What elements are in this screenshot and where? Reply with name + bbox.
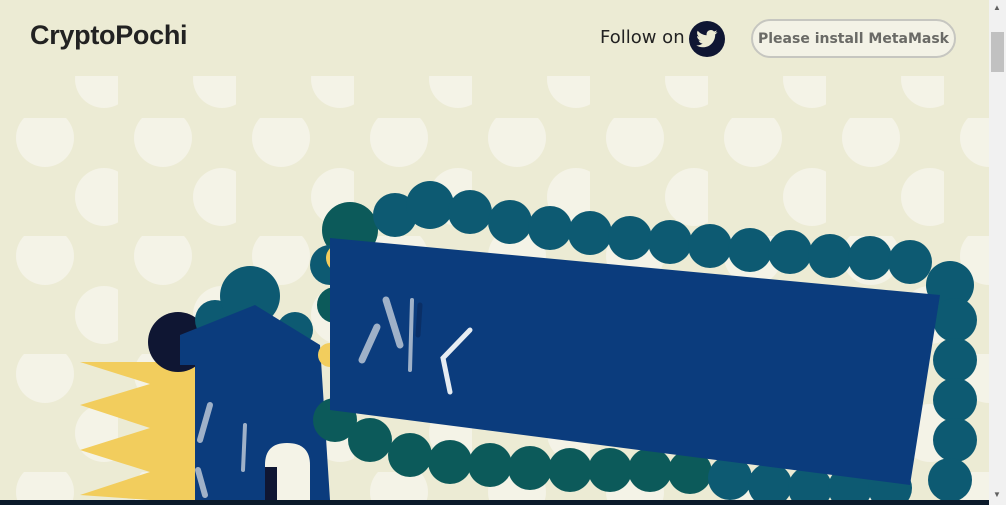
- site-logo[interactable]: CryptoPochi: [30, 20, 188, 51]
- twitter-bird-icon: [696, 30, 718, 48]
- scrollbar-thumb[interactable]: [991, 32, 1004, 72]
- scroll-down-arrow-icon[interactable]: ▼: [993, 490, 1001, 499]
- metamask-button[interactable]: Please install MetaMask: [751, 19, 956, 58]
- site-header: CryptoPochi Follow on Please install Met…: [0, 0, 989, 76]
- hero-artwork: [0, 76, 989, 500]
- scroll-up-arrow-icon[interactable]: ▲: [993, 3, 1001, 12]
- bottom-edge: [0, 500, 989, 505]
- follow-label: Follow on: [600, 27, 685, 48]
- page-scrollbar[interactable]: ▲ ▼: [989, 0, 1006, 505]
- tooth-shadow: [265, 467, 277, 500]
- pochi-illustration: [0, 76, 989, 500]
- twitter-link[interactable]: [689, 21, 725, 57]
